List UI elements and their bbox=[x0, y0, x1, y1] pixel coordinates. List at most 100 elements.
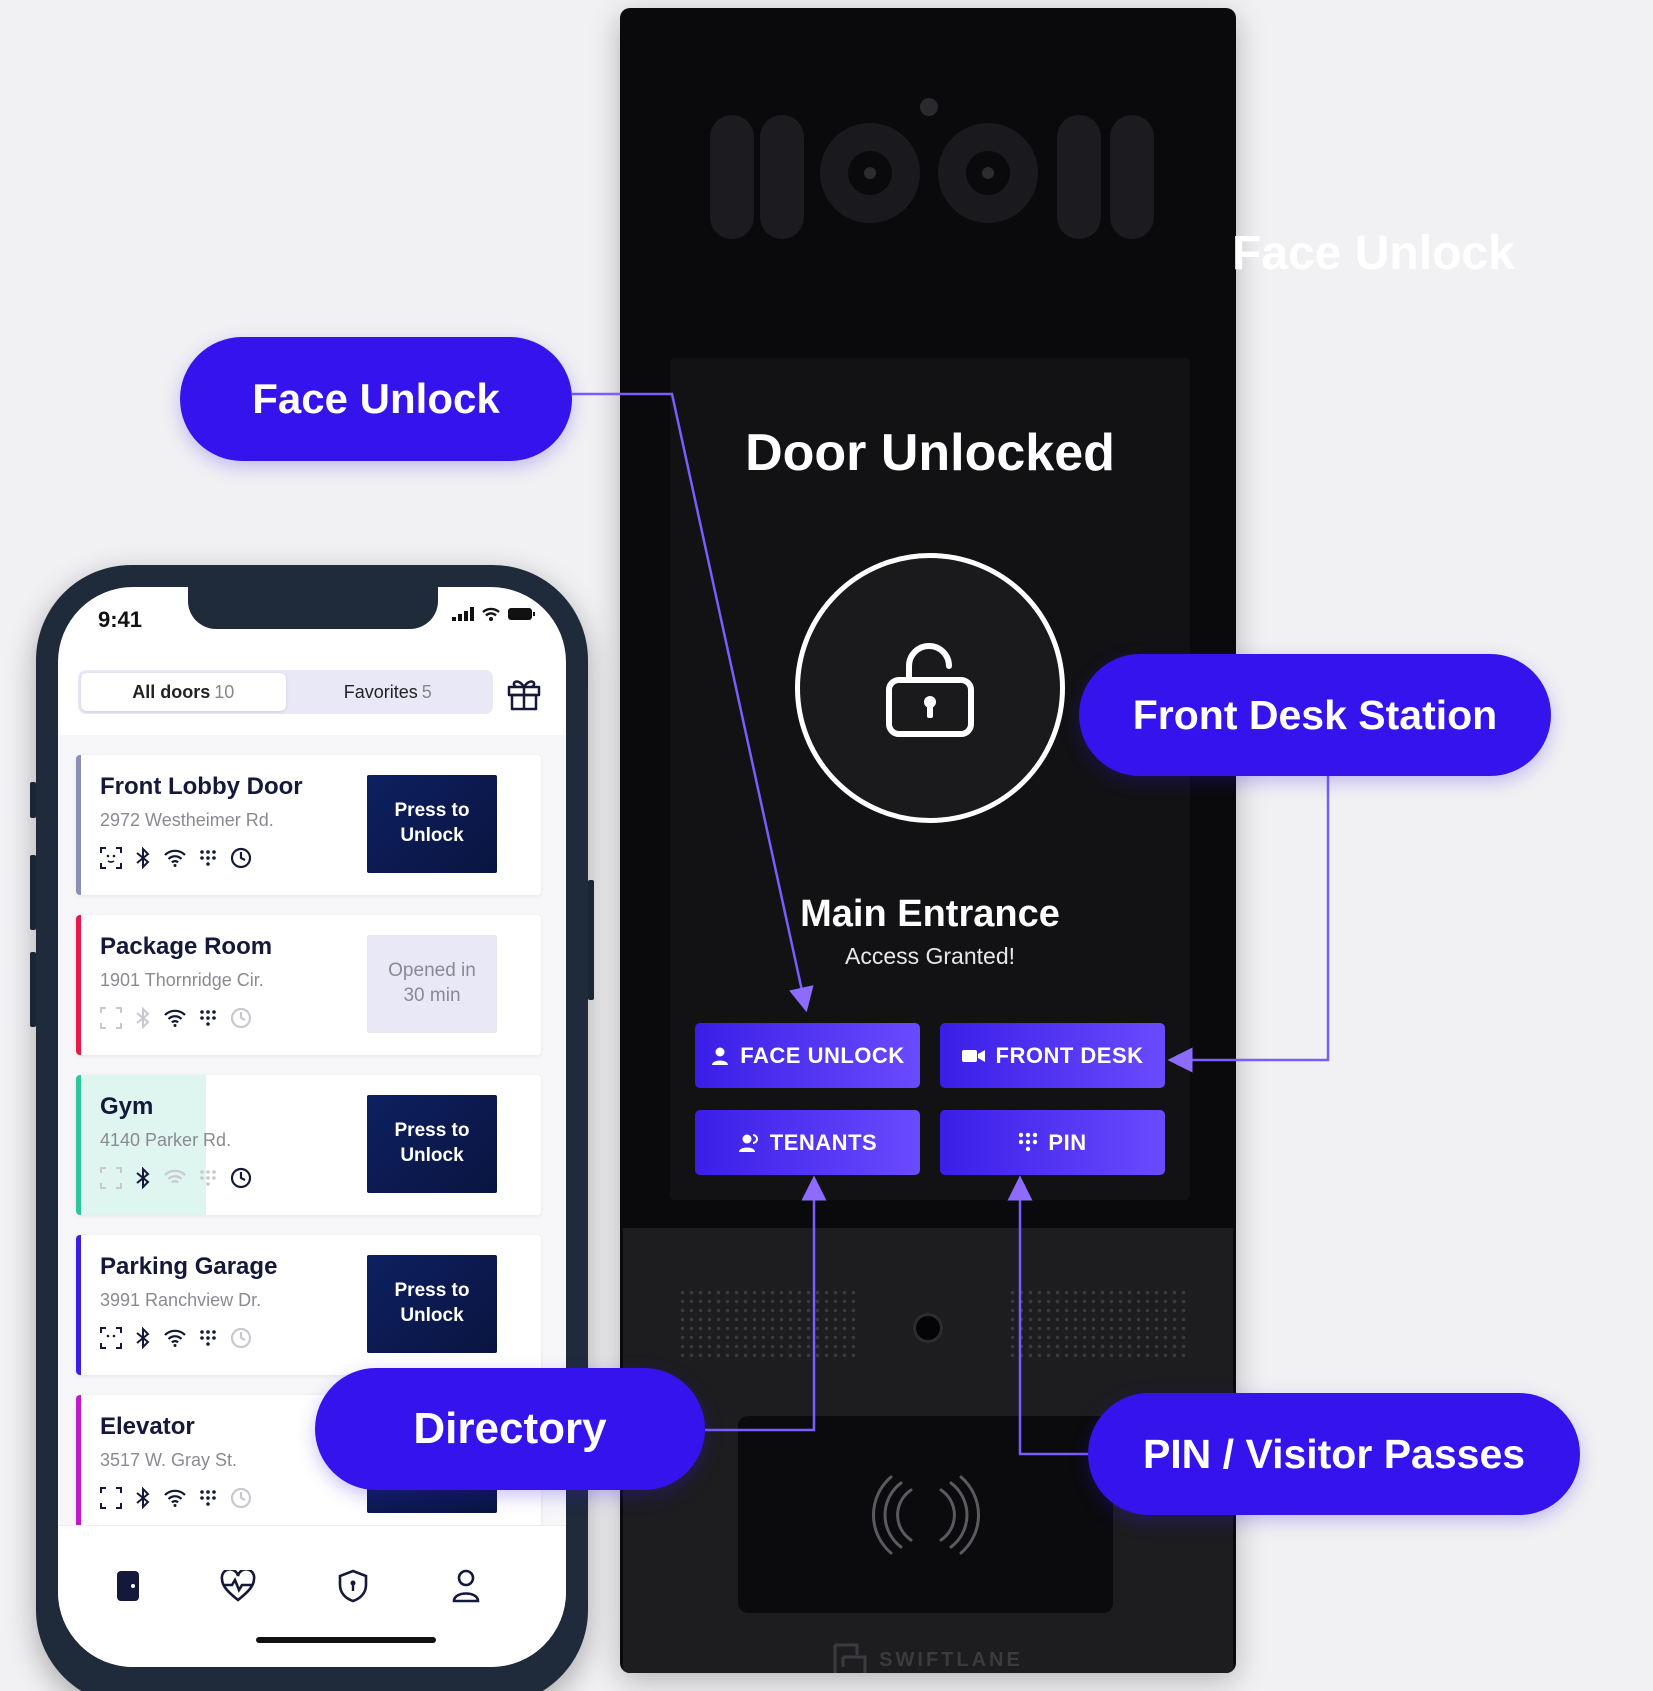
speaker-slot bbox=[760, 115, 804, 239]
phone-screen: 9:41 All doors 10 Favorites 5 Front Lobb… bbox=[58, 587, 566, 1667]
door-address: 1901 Thornridge Cir. bbox=[100, 970, 264, 990]
heart-pulse-icon bbox=[220, 1570, 256, 1602]
wifi-icon bbox=[164, 1329, 186, 1347]
door-card-front-lobby[interactable]: Front Lobby Door 2972 Westheimer Rd. Pre… bbox=[76, 755, 541, 895]
access-methods bbox=[100, 1327, 252, 1349]
tab-all-doors-label: All doors bbox=[132, 681, 211, 702]
shield-icon bbox=[338, 1569, 368, 1603]
gift-icon[interactable] bbox=[506, 675, 542, 711]
device-screen: Door Unlocked Main Entrance Access Grant… bbox=[670, 358, 1190, 1200]
face-unlock-callout: Face Unlock bbox=[180, 337, 572, 461]
bottom-tab-bar bbox=[58, 1525, 566, 1667]
door-address: 2972 Westheimer Rd. bbox=[100, 810, 274, 830]
face-scan-icon bbox=[100, 1167, 122, 1189]
brand-name: SWIFTLANE bbox=[879, 1648, 1023, 1671]
home-indicator bbox=[256, 1637, 436, 1643]
video-camera-icon bbox=[961, 1049, 985, 1062]
clock-icon bbox=[230, 1007, 252, 1029]
opened-status: Opened in 30 min bbox=[367, 935, 497, 1033]
access-methods bbox=[100, 1167, 252, 1189]
keypad-icon bbox=[200, 1010, 216, 1026]
door-address: 3517 W. Gray St. bbox=[100, 1450, 238, 1470]
bluetooth-icon bbox=[136, 1007, 150, 1029]
pin-label: PIN bbox=[1048, 1129, 1087, 1155]
person-icon bbox=[712, 1047, 729, 1065]
directory-callout: Directory bbox=[315, 1368, 705, 1490]
door-name: Parking Garage bbox=[100, 1253, 278, 1280]
door-name: Gym bbox=[100, 1093, 154, 1120]
tab-all-doors[interactable]: All doors 10 bbox=[81, 673, 286, 711]
keypad-icon bbox=[200, 1170, 216, 1186]
tab-all-doors-count: 10 bbox=[214, 681, 235, 702]
wifi-icon bbox=[482, 607, 500, 621]
user-icon bbox=[452, 1569, 480, 1603]
bluetooth-icon bbox=[136, 1167, 150, 1189]
door-address: 4140 Parker Rd. bbox=[100, 1130, 232, 1150]
sensor-dot bbox=[920, 98, 938, 116]
card-color-bar bbox=[76, 1075, 81, 1215]
keypad-icon bbox=[200, 1490, 216, 1506]
camera-lens-icon bbox=[820, 123, 920, 223]
door-filter-tabs: All doors 10 Favorites 5 bbox=[78, 670, 493, 714]
wifi-icon bbox=[164, 849, 186, 867]
bluetooth-icon bbox=[136, 1487, 150, 1509]
tab-favorites[interactable]: Favorites 5 bbox=[286, 673, 491, 711]
tab-profile[interactable] bbox=[446, 1566, 486, 1606]
press-to-unlock-button[interactable]: Press to Unlock bbox=[367, 1255, 497, 1353]
microphone-icon bbox=[913, 1313, 943, 1343]
card-color-bar bbox=[76, 1235, 81, 1375]
cellular-signal-icon bbox=[452, 607, 474, 621]
keypad-icon bbox=[200, 1330, 216, 1346]
ghost-face-unlock-label: Face Unlock bbox=[1232, 227, 1515, 280]
clock-icon bbox=[230, 1487, 252, 1509]
tenants-button[interactable]: TENANTS bbox=[695, 1110, 920, 1175]
face-scan-icon bbox=[100, 1327, 122, 1349]
tab-favorites-count: 5 bbox=[421, 681, 432, 702]
press-to-unlock-button[interactable]: Press to Unlock bbox=[367, 775, 497, 873]
door-card-package-room[interactable]: Package Room 1901 Thornridge Cir. Opened… bbox=[76, 915, 541, 1055]
screen-title: Door Unlocked bbox=[745, 424, 1115, 482]
battery-icon bbox=[508, 608, 535, 620]
card-color-bar bbox=[76, 915, 81, 1055]
clock-icon bbox=[230, 1167, 252, 1189]
speaker-slot bbox=[1110, 115, 1154, 239]
tenants-label: TENANTS bbox=[769, 1129, 878, 1155]
brand-logo: SWIFTLANE bbox=[623, 1643, 1233, 1673]
door-card-gym[interactable]: Gym 4140 Parker Rd. Press to Unlock bbox=[76, 1075, 541, 1215]
wifi-icon bbox=[164, 1489, 186, 1507]
door-card-parking-garage[interactable]: Parking Garage 3991 Ranchview Dr. Press … bbox=[76, 1235, 541, 1375]
face-unlock-label: FACE UNLOCK bbox=[740, 1042, 905, 1068]
wifi-icon bbox=[164, 1169, 186, 1184]
speaker-holes bbox=[678, 1288, 858, 1358]
speaker-slot bbox=[1057, 115, 1101, 239]
status-icons bbox=[452, 607, 536, 621]
unlocked-padlock-icon bbox=[886, 643, 974, 737]
bluetooth-icon bbox=[136, 847, 150, 869]
nfc-reader[interactable] bbox=[738, 1416, 1113, 1613]
pin-visitor-passes-callout: PIN / Visitor Passes bbox=[1088, 1393, 1580, 1515]
door-name: Package Room bbox=[100, 933, 273, 960]
press-to-unlock-button[interactable]: Press to Unlock bbox=[367, 1095, 497, 1193]
pin-button[interactable]: PIN bbox=[940, 1110, 1165, 1175]
access-methods bbox=[100, 847, 252, 869]
front-desk-button[interactable]: FRONT DESK bbox=[940, 1023, 1165, 1088]
unlock-status-circle bbox=[795, 553, 1065, 823]
clock-icon bbox=[230, 1327, 252, 1349]
face-unlock-button[interactable]: FACE UNLOCK bbox=[695, 1023, 920, 1088]
status-time: 9:41 bbox=[98, 607, 143, 632]
tenants-icon bbox=[738, 1133, 758, 1152]
door-address: 3991 Ranchview Dr. bbox=[100, 1290, 262, 1310]
access-methods bbox=[100, 1007, 252, 1029]
front-desk-station-callout: Front Desk Station bbox=[1079, 654, 1551, 776]
face-scan-icon bbox=[100, 847, 122, 869]
clock-icon bbox=[230, 847, 252, 869]
tab-doors[interactable] bbox=[108, 1566, 148, 1606]
phone-power-button bbox=[588, 880, 594, 1000]
speaker-holes bbox=[1008, 1288, 1188, 1358]
speaker-slot bbox=[710, 115, 754, 239]
wifi-icon bbox=[164, 1009, 186, 1027]
swiftlane-logo-icon bbox=[833, 1643, 867, 1673]
smartphone: 9:41 All doors 10 Favorites 5 Front Lobb… bbox=[36, 565, 588, 1691]
tab-security[interactable] bbox=[333, 1566, 373, 1606]
tab-health[interactable] bbox=[218, 1566, 258, 1606]
